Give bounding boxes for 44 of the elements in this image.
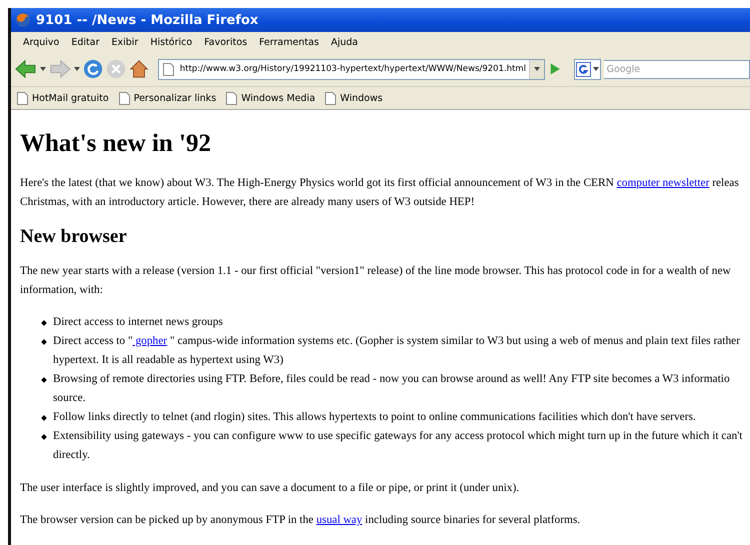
- menu-item[interactable]: Favoritos: [198, 36, 254, 48]
- link[interactable]: gopher: [132, 335, 168, 347]
- back-arrow-icon[interactable]: [15, 58, 37, 80]
- bullet-icon: [41, 339, 47, 345]
- menu-item[interactable]: Exibir: [106, 36, 144, 48]
- dropdown-icon[interactable]: [592, 67, 599, 71]
- page-icon: [226, 92, 238, 104]
- page-icon: [118, 92, 130, 104]
- reload-icon[interactable]: [82, 58, 103, 80]
- bookmark-link[interactable]: Windows Media: [241, 92, 316, 104]
- search-engine-icon[interactable]: [576, 62, 591, 76]
- bullet-icon: [41, 434, 47, 440]
- list-item-text: Follow links directly to telnet (and rlogin) sites. This allows hypertexts to point to online communications facilities which don't have servers.: [53, 410, 696, 425]
- link[interactable]: computer newsletter: [616, 177, 710, 189]
- menu-item[interactable]: Arquivo: [17, 36, 66, 48]
- list-item-text: Browsing of remote directories using FTP. Before, files could be read - now you can browse around as well! Any FTP site becomes a W3 informatio source.: [53, 372, 730, 406]
- bullet-icon: [41, 415, 47, 421]
- bookmark-link[interactable]: Windows: [340, 92, 383, 104]
- list-item-text: Direct access to internet news groups: [53, 315, 223, 330]
- bullet-icon: [41, 377, 47, 383]
- dropdown-icon[interactable]: [40, 67, 46, 71]
- page-heading: What's new in '92: [20, 130, 212, 158]
- link[interactable]: usual way: [316, 514, 362, 526]
- page-icon: [17, 92, 28, 104]
- paragraph: Here's the latest (that we know) about W3. The High-Energy Physics world got its first official announcement of W3 in the CERN computer newsletter releas Christmas, with an introductory article. However, there are already many users of W3 outside HEP!: [20, 176, 740, 210]
- page-icon: [325, 92, 336, 104]
- go-arrow-icon[interactable]: [548, 62, 561, 76]
- menu-item[interactable]: Histórico: [144, 36, 198, 48]
- search-field[interactable]: Google: [604, 60, 750, 78]
- menu-item[interactable]: Ferramentas: [253, 36, 325, 48]
- window-title: 9101 -- /News - Mozilla Firefox: [36, 12, 258, 28]
- bullet-icon: [41, 320, 47, 326]
- bookmark-link[interactable]: Personalizar links: [134, 92, 216, 104]
- list-item-text: Extensibility using gateways - you can configure www to use specific gateways for any access protocol which might turn up in the future which it can't directly.: [53, 429, 742, 463]
- dropdown-icon[interactable]: [74, 67, 80, 71]
- menu-item[interactable]: Editar: [65, 36, 106, 48]
- list-item-text: Direct access to " gopher " campus-wide information systems etc. (Gopher is system similar to W3 but using a web of menus and plain text files rather hypertext. It is all readable as hypertext using W3): [53, 334, 740, 368]
- bookmark-link[interactable]: HotMail gratuito: [32, 92, 109, 104]
- paragraph: The new year starts with a release (version 1.1 - our first official "version1" release) of the line mode browser. This has protocol code in for a wealth of new information, with:: [20, 264, 732, 298]
- paragraph: The browser version can be picked up by anonymous FTP in the usual way including source binaries for several platforms.: [20, 513, 582, 528]
- home-icon[interactable]: [128, 58, 149, 80]
- section-heading: New browser: [20, 226, 128, 248]
- paragraph: The user interface is slightly improved, and you can save a document to a file or pipe, or print it (under unix).: [20, 481, 520, 496]
- menu-item[interactable]: Ajuda: [324, 36, 364, 48]
